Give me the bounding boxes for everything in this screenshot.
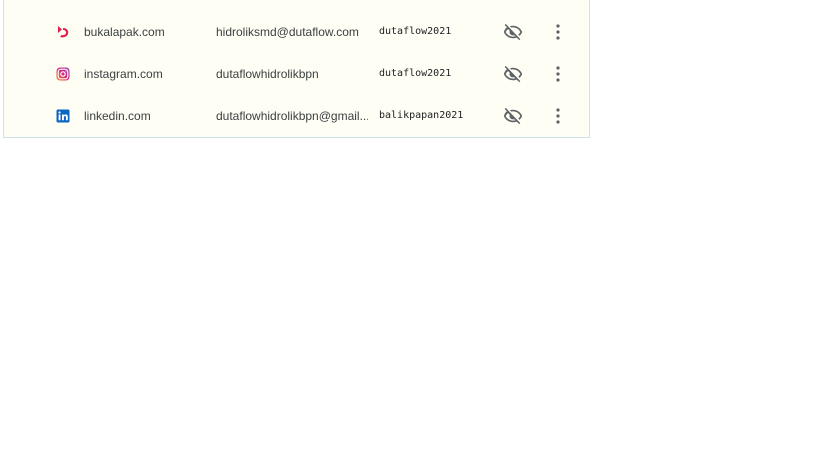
password-value: balikpapan2021 bbox=[379, 110, 464, 121]
password-row-instagram: instagram.com dutaflowhidrolikbpn dutafl… bbox=[4, 53, 589, 95]
eye-off-icon[interactable] bbox=[503, 106, 523, 126]
linkedin-icon bbox=[55, 108, 71, 124]
username: hidroliksmd@dutaflow.com bbox=[216, 25, 359, 39]
more-vert-icon[interactable] bbox=[550, 106, 566, 126]
password-value: dutaflow2021 bbox=[379, 26, 452, 37]
site-name[interactable]: bukalapak.com bbox=[84, 24, 165, 40]
password-row-linkedin: linkedin.com dutaflowhidrolikbpn@gmail..… bbox=[4, 95, 589, 137]
eye-off-icon[interactable] bbox=[503, 22, 523, 42]
username: dutaflowhidrolikbpn@gmail.... bbox=[216, 109, 368, 123]
bukalapak-icon bbox=[55, 24, 71, 40]
instagram-icon bbox=[55, 66, 71, 82]
more-vert-icon[interactable] bbox=[550, 64, 566, 84]
password-value: dutaflow2021 bbox=[379, 68, 452, 79]
site-name[interactable]: instagram.com bbox=[84, 66, 163, 82]
eye-off-icon[interactable] bbox=[503, 64, 523, 84]
password-row-bukalapak: bukalapak.com hidroliksmd@dutaflow.com d… bbox=[4, 11, 589, 53]
site-name[interactable]: linkedin.com bbox=[84, 108, 151, 124]
more-vert-icon[interactable] bbox=[550, 22, 566, 42]
saved-passwords-list: bukalapak.com hidroliksmd@dutaflow.com d… bbox=[3, 0, 590, 138]
username: dutaflowhidrolikbpn bbox=[216, 67, 319, 81]
